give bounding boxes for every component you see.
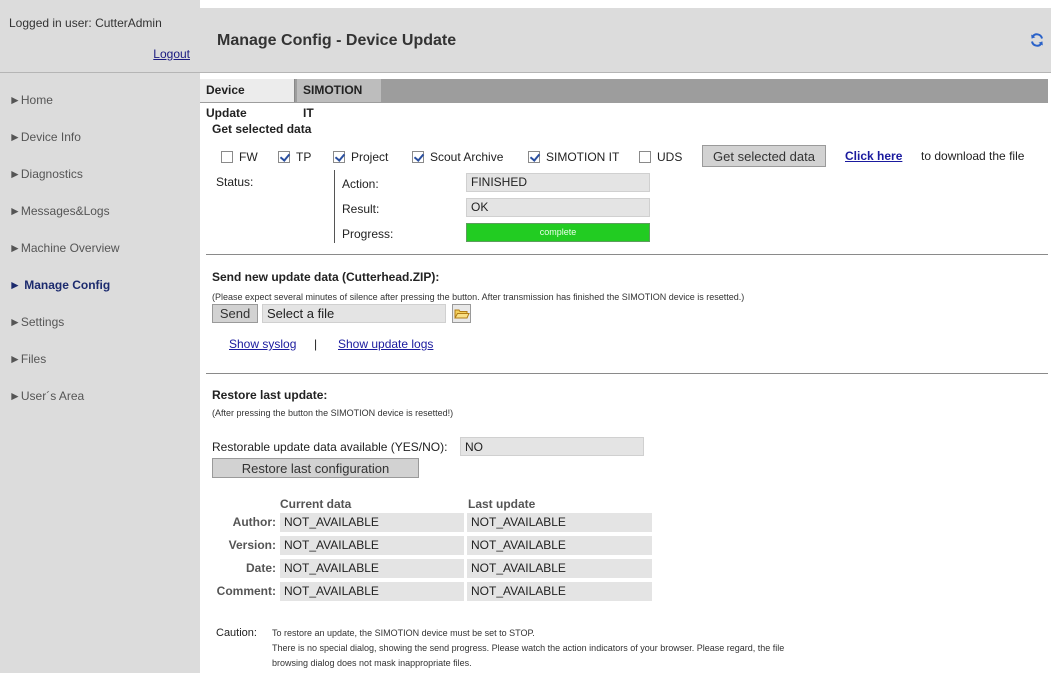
- author-last: NOT_AVAILABLE: [467, 513, 652, 532]
- logout-link[interactable]: Logout: [153, 47, 190, 61]
- sidebar-item-home[interactable]: ►Home: [0, 82, 200, 119]
- caution-line-1: To restore an update, the SIMOTION devic…: [272, 628, 535, 638]
- download-link[interactable]: Click here: [845, 149, 902, 163]
- folder-open-icon[interactable]: [452, 304, 471, 323]
- get-data-title: Get selected data: [212, 122, 312, 136]
- checkbox-uds-label: UDS: [657, 150, 683, 164]
- date-label: Date:: [245, 561, 276, 575]
- checkbox-simotion-it-label: SIMOTION IT: [546, 150, 620, 164]
- date-last: NOT_AVAILABLE: [467, 559, 652, 578]
- checkbox-fw-box[interactable]: [221, 151, 233, 163]
- send-button[interactable]: Send: [212, 304, 258, 323]
- comment-current: NOT_AVAILABLE: [280, 582, 464, 601]
- sidebar-item-messages-logs[interactable]: ►Messages&Logs: [0, 193, 200, 230]
- restorable-value: NO: [460, 437, 644, 456]
- sidebar-item-files[interactable]: ►Files: [0, 341, 200, 378]
- restore-title: Restore last update:: [212, 388, 328, 402]
- page-header: Manage Config - Device Update: [200, 8, 1051, 72]
- divider-2: [206, 373, 1048, 374]
- checkbox-scout-archive-label: Scout Archive: [430, 150, 504, 164]
- checkbox-tp-label: TP: [296, 150, 312, 164]
- checkbox-fw[interactable]: FW: [221, 150, 258, 164]
- caution-label: Caution:: [216, 627, 257, 639]
- comment-last: NOT_AVAILABLE: [467, 582, 652, 601]
- tab-underline: [200, 102, 1048, 103]
- link-separator: |: [314, 337, 318, 351]
- caution-line-2: There is no special dialog, showing the …: [272, 643, 785, 653]
- checkbox-simotion-it-box[interactable]: [528, 151, 540, 163]
- sidebar-item-device-info[interactable]: ►Device Info: [0, 119, 200, 156]
- checkbox-project-label: Project: [351, 150, 389, 164]
- show-syslog-link[interactable]: Show syslog: [229, 337, 296, 351]
- send-note: (Please expect several minutes of silenc…: [212, 292, 745, 302]
- version-label: Version:: [228, 538, 276, 552]
- logged-in-user: Logged in user: CutterAdmin: [9, 16, 162, 30]
- author-current: NOT_AVAILABLE: [280, 513, 464, 532]
- sidebar-item-machine-overview[interactable]: ►Machine Overview: [0, 230, 200, 267]
- checkbox-simotion-it[interactable]: SIMOTION IT: [528, 150, 619, 164]
- current-data-header: Current data: [280, 497, 352, 511]
- status-divider: [334, 170, 335, 243]
- progress-label: Progress:: [342, 227, 394, 241]
- login-box: Logged in user: CutterAdmin Logout: [0, 8, 200, 72]
- checkbox-uds[interactable]: UDS: [639, 150, 682, 164]
- sidebar-item-manage-config[interactable]: ► Manage Config: [0, 267, 200, 304]
- download-link-suffix: to download the file: [921, 149, 1025, 163]
- comment-label: Comment:: [216, 584, 276, 598]
- progress-bar: complete: [466, 223, 650, 242]
- result-label: Result:: [342, 202, 380, 216]
- version-current: NOT_AVAILABLE: [280, 536, 464, 555]
- action-value: FINISHED: [466, 173, 650, 192]
- action-label: Action:: [342, 177, 379, 191]
- checkbox-scout-archive[interactable]: Scout Archive: [412, 150, 503, 164]
- tab-simotion-it[interactable]: SIMOTION IT: [297, 79, 381, 120]
- sidebar-item-users-area[interactable]: ►User´s Area: [0, 378, 200, 415]
- checkbox-fw-label: FW: [239, 150, 258, 164]
- sidebar-nav: ►Home ►Device Info ►Diagnostics ►Message…: [0, 82, 200, 415]
- restorable-label: Restorable update data available (YES/NO…: [212, 440, 448, 454]
- restore-note: (After pressing the button the SIMOTION …: [212, 408, 454, 418]
- tab-device-update[interactable]: Device Update: [200, 79, 295, 120]
- tab-bar: Device Update SIMOTION IT: [200, 79, 1048, 120]
- checkbox-scout-archive-box[interactable]: [412, 151, 424, 163]
- sidebar: Logged in user: CutterAdmin Logout ►Home…: [0, 0, 200, 673]
- divider-1: [206, 254, 1048, 255]
- refresh-icon[interactable]: [1029, 32, 1045, 48]
- get-selected-data-button[interactable]: Get selected data: [702, 145, 826, 167]
- result-value: OK: [466, 198, 650, 217]
- restore-last-configuration-button[interactable]: Restore last configuration: [212, 458, 419, 478]
- send-title: Send new update data (Cutterhead.ZIP):: [212, 270, 440, 284]
- checkbox-tp-box[interactable]: [278, 151, 290, 163]
- date-current: NOT_AVAILABLE: [280, 559, 464, 578]
- caution-line-3: browsing dialog does not mask inappropri…: [272, 658, 472, 668]
- show-update-logs-link[interactable]: Show update logs: [338, 337, 433, 351]
- checkbox-tp[interactable]: TP: [278, 150, 311, 164]
- progress-fill: complete: [467, 224, 649, 241]
- file-input[interactable]: Select a file: [262, 304, 446, 323]
- page-title: Manage Config - Device Update: [217, 32, 457, 49]
- sidebar-item-settings[interactable]: ►Settings: [0, 304, 200, 341]
- checkbox-project-box[interactable]: [333, 151, 345, 163]
- sidebar-item-diagnostics[interactable]: ►Diagnostics: [0, 156, 200, 193]
- status-label: Status:: [216, 175, 254, 189]
- checkbox-uds-box[interactable]: [639, 151, 651, 163]
- header-divider: [200, 72, 1051, 73]
- sidebar-divider: [0, 72, 200, 73]
- last-update-header: Last update: [468, 497, 536, 511]
- checkbox-project[interactable]: Project: [333, 150, 388, 164]
- author-label: Author:: [232, 515, 276, 529]
- version-last: NOT_AVAILABLE: [467, 536, 652, 555]
